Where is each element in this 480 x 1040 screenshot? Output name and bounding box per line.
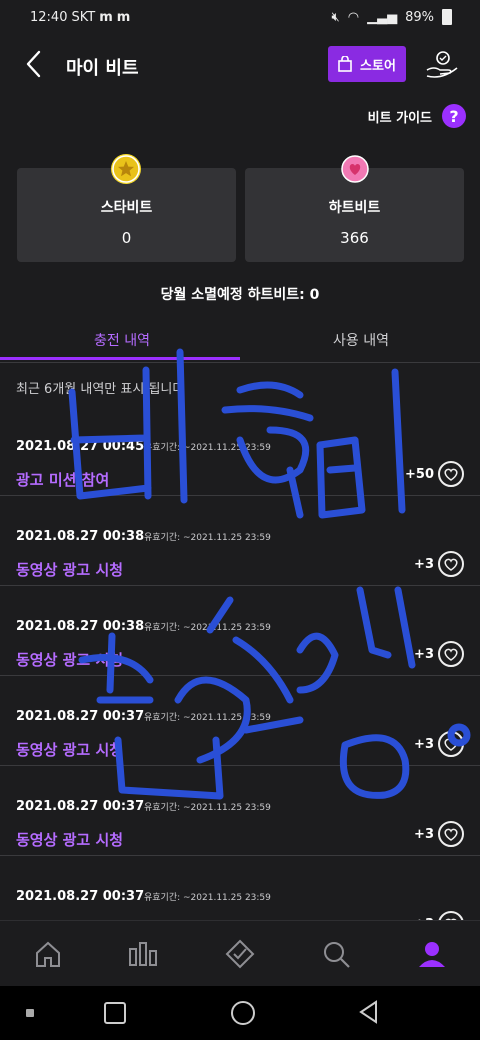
history-date: 2021.08.27 00:37 xyxy=(16,709,145,724)
status-carrier: SKT xyxy=(71,9,96,25)
history-amount: +3 xyxy=(414,827,434,842)
home-button[interactable] xyxy=(231,1001,255,1025)
app-header: 마이 비트 스토어 xyxy=(0,40,480,92)
history-description: 동영상 광고 시청 xyxy=(16,831,124,849)
status-bar: 12:40 SKT m m 🔇︎ ◠ ▁▃▅ 89% xyxy=(0,0,480,34)
system-navigation-bar xyxy=(0,986,480,1040)
store-button-label: 스토어 xyxy=(360,58,396,74)
heart-icon xyxy=(438,461,464,487)
back-button[interactable] xyxy=(18,48,50,80)
page-title: 마이 비트 xyxy=(66,58,139,79)
tab-use-history[interactable]: 사용 내역 xyxy=(333,330,389,350)
history-date: 2021.08.27 00:37 xyxy=(16,799,145,814)
history-expiry: 유효기간: ~2021.11.25 23:59 xyxy=(144,623,271,633)
history-date: 2021.08.27 00:37 xyxy=(16,889,145,904)
back-nav-button[interactable] xyxy=(358,1000,380,1028)
signal-icon: ▁▃▅ xyxy=(367,9,398,25)
mute-icon: 🔇︎ xyxy=(331,9,340,25)
app-notification-icon: m xyxy=(116,9,131,25)
history-description: 동영상 광고 시청 xyxy=(16,651,124,669)
history-description: 동영상 광고 시청 xyxy=(16,741,124,759)
question-icon: ? xyxy=(442,104,466,128)
history-row: 2021.08.27 00:37유효기간: ~2021.11.25 23:59 동… xyxy=(0,765,480,856)
wifi-icon: ◠ xyxy=(347,9,360,25)
heart-bit-value: 366 xyxy=(340,229,369,247)
heart-icon xyxy=(438,821,464,847)
bit-guide-label: 비트 가이드 xyxy=(367,110,432,126)
star-coin-icon xyxy=(111,154,141,184)
heart-bit-label: 하트비트 xyxy=(328,200,381,216)
history-amount: +3 xyxy=(414,647,434,662)
history-expiry: 유효기간: ~2021.11.25 23:59 xyxy=(144,443,271,453)
bit-guide-link[interactable]: 비트 가이드 ? xyxy=(368,104,466,128)
app-notification-icon: m xyxy=(99,9,113,25)
history-row: 2021.08.27 00:37유효기간: ~2021.11.25 23:59 동… xyxy=(0,675,480,766)
chart-icon[interactable] xyxy=(128,939,158,969)
status-time: 12:40 xyxy=(30,9,68,25)
heart-icon xyxy=(438,641,464,667)
history-date: 2021.08.27 00:38 xyxy=(16,619,145,634)
dot-icon xyxy=(26,1009,34,1017)
triangle-back-icon xyxy=(359,1000,377,1024)
history-notice: 최근 6개월 내역만 표시 됩니다 xyxy=(16,382,185,397)
history-description: 광고 미션 참여 xyxy=(16,471,110,489)
profile-icon[interactable] xyxy=(417,939,447,969)
history-expiry: 유효기간: ~2021.11.25 23:59 xyxy=(144,713,271,723)
recent-apps-button[interactable] xyxy=(104,1002,126,1024)
heart-icon xyxy=(438,731,464,757)
home-icon[interactable] xyxy=(33,939,63,969)
active-tab-indicator xyxy=(0,357,240,360)
monthly-expire-text: 당월 소멸예정 하트비트: 0 xyxy=(160,287,320,303)
search-icon[interactable] xyxy=(321,939,351,969)
heart-icon xyxy=(438,551,464,577)
hand-heart-icon[interactable] xyxy=(424,48,460,80)
history-date: 2021.08.27 00:38 xyxy=(16,529,145,544)
history-amount: +50 xyxy=(405,467,434,482)
tab-charge-history[interactable]: 충전 내역 xyxy=(94,330,150,350)
history-description: 동영상 광고 시청 xyxy=(16,561,124,579)
battery-percent: 89% xyxy=(405,9,434,25)
history-date: 2021.08.27 00:45 xyxy=(16,439,145,454)
check-badge-icon[interactable] xyxy=(225,939,255,969)
history-row: 2021.08.27 00:38 유효기간: ~2021.11.25 23:59 동… xyxy=(0,495,480,586)
history-expiry: 유효기간: ~2021.11.25 23:59 xyxy=(144,893,271,903)
bottom-navigation xyxy=(0,920,480,987)
history-amount: +3 xyxy=(414,737,434,752)
history-expiry: 유효기간: ~2021.11.25 23:59 xyxy=(144,533,271,543)
history-tabs: 충전 내역 사용 내역 xyxy=(0,320,480,363)
store-button[interactable]: 스토어 xyxy=(328,46,406,82)
star-bit-label: 스타비트 xyxy=(100,200,153,216)
battery-icon xyxy=(442,9,452,25)
history-amount: +3 xyxy=(414,557,434,572)
star-bit-value: 0 xyxy=(121,229,132,247)
chevron-left-icon xyxy=(26,50,41,78)
shopping-bag-icon xyxy=(338,56,352,72)
history-row: 2021.08.27 00:38 유효기간: ~2021.11.25 23:59 동… xyxy=(0,585,480,676)
history-expiry: 유효기간: ~2021.11.25 23:59 xyxy=(144,803,271,813)
heart-coin-icon xyxy=(340,154,370,184)
history-row: 2021.08.27 00:45 유효기간: ~2021.11.25 23:59 광… xyxy=(0,405,480,496)
